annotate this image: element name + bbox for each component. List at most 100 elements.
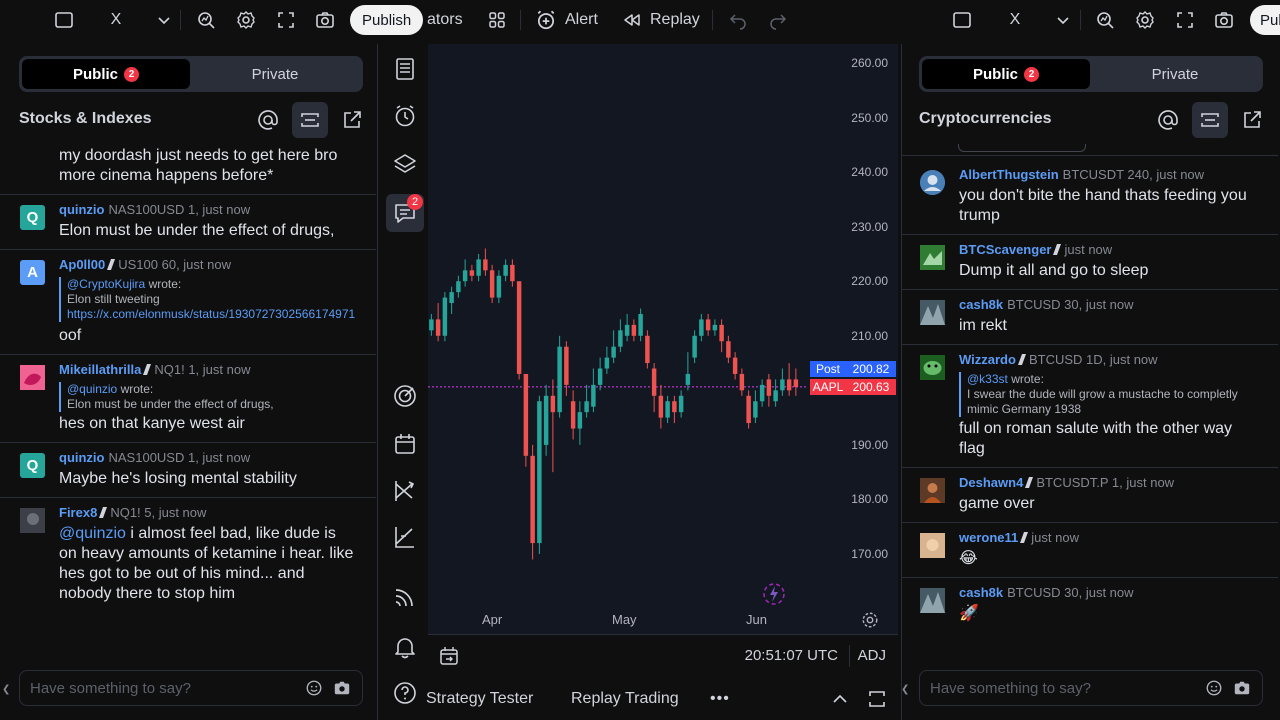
quote-user[interactable]: @k33st bbox=[967, 372, 1008, 386]
candle[interactable] bbox=[469, 264, 475, 282]
candle[interactable] bbox=[719, 319, 724, 353]
camera-icon[interactable] bbox=[1212, 6, 1236, 34]
fullscreen-icon[interactable] bbox=[1173, 6, 1197, 34]
layout-square-icon[interactable] bbox=[52, 6, 76, 34]
username[interactable]: Wizzardo bbox=[959, 352, 1016, 367]
maximize-panel-icon[interactable] bbox=[867, 689, 887, 709]
quote-link[interactable]: https://x.com/elonmusk/status/1930727302… bbox=[67, 307, 356, 322]
indicators-button[interactable]: ators bbox=[427, 0, 463, 40]
tab-replay-trading[interactable]: Replay Trading bbox=[571, 690, 679, 708]
candle[interactable] bbox=[503, 259, 508, 282]
candle[interactable] bbox=[435, 303, 441, 342]
target-icon[interactable] bbox=[386, 377, 424, 415]
tab-public[interactable]: Public 2 bbox=[22, 59, 190, 89]
candle[interactable] bbox=[530, 444, 535, 560]
candle[interactable] bbox=[604, 346, 610, 374]
candle[interactable] bbox=[449, 286, 454, 314]
replay-button[interactable]: Replay bbox=[622, 0, 700, 40]
candle[interactable] bbox=[699, 313, 704, 342]
tab-public[interactable]: Public 2 bbox=[922, 59, 1090, 89]
candle[interactable] bbox=[645, 330, 650, 369]
camera-icon[interactable] bbox=[1232, 678, 1252, 698]
alert-button[interactable]: Alert bbox=[535, 0, 598, 40]
avatar[interactable] bbox=[920, 170, 945, 195]
settings-gear-icon[interactable] bbox=[234, 6, 258, 34]
candle[interactable] bbox=[692, 330, 697, 364]
avatar[interactable] bbox=[920, 533, 945, 558]
adj-toggle[interactable]: ADJ bbox=[858, 647, 886, 664]
candle[interactable] bbox=[597, 357, 603, 391]
mentions-at-icon[interactable] bbox=[1150, 102, 1186, 138]
username[interactable]: AlbertThugstein bbox=[959, 167, 1059, 182]
candle[interactable] bbox=[570, 390, 576, 440]
mention-link[interactable]: @quinzio bbox=[59, 525, 126, 542]
candle[interactable] bbox=[618, 319, 623, 353]
trading-assistant-icon[interactable] bbox=[761, 581, 787, 607]
avatar[interactable] bbox=[20, 365, 45, 390]
avatar[interactable]: Q bbox=[20, 453, 45, 478]
layout-square-icon[interactable] bbox=[950, 6, 974, 34]
chevron-down-icon[interactable] bbox=[154, 6, 174, 34]
news-feed-icon[interactable] bbox=[386, 578, 424, 616]
username[interactable]: quinzio bbox=[59, 202, 105, 217]
notifications-bell-icon[interactable] bbox=[386, 628, 424, 666]
emoji-smile-icon[interactable] bbox=[304, 678, 324, 698]
symbol-close-button-right[interactable]: X bbox=[1005, 6, 1025, 34]
avatar[interactable]: Q bbox=[20, 205, 45, 230]
chevron-down-icon[interactable] bbox=[1053, 6, 1073, 34]
help-icon[interactable] bbox=[386, 674, 424, 712]
fullscreen-icon[interactable] bbox=[274, 6, 298, 34]
candle[interactable] bbox=[712, 319, 718, 336]
candle[interactable] bbox=[564, 341, 569, 396]
candle[interactable] bbox=[638, 308, 643, 342]
candle[interactable] bbox=[442, 292, 448, 342]
utc-clock[interactable]: 20:51:07 UTC bbox=[745, 647, 838, 664]
emoji-smile-icon[interactable] bbox=[1204, 678, 1224, 698]
candle[interactable] bbox=[753, 390, 758, 424]
candle[interactable] bbox=[732, 352, 738, 380]
avatar[interactable]: A bbox=[20, 260, 45, 285]
username[interactable]: cash8k bbox=[959, 297, 1003, 312]
candle[interactable] bbox=[462, 259, 468, 287]
candle[interactable] bbox=[476, 253, 481, 282]
candle[interactable] bbox=[672, 395, 677, 424]
candle[interactable] bbox=[685, 352, 691, 391]
username[interactable]: Firex8 bbox=[59, 505, 97, 520]
avatar[interactable] bbox=[920, 355, 945, 380]
candle[interactable] bbox=[705, 313, 711, 336]
candle[interactable] bbox=[766, 373, 772, 407]
watchlist-icon[interactable] bbox=[386, 50, 424, 88]
candle[interactable] bbox=[611, 330, 616, 364]
symbol-close-button[interactable]: X bbox=[106, 6, 126, 34]
tab-private[interactable]: Private bbox=[191, 59, 359, 89]
username[interactable]: Ap0ll00 bbox=[59, 257, 105, 272]
candle[interactable] bbox=[584, 384, 589, 418]
candle[interactable] bbox=[773, 379, 778, 407]
more-options-icon[interactable]: ••• bbox=[710, 690, 730, 708]
price-chart[interactable]: 260.00 250.00 240.00 230.00 220.00 210.00 200.… bbox=[428, 44, 898, 634]
avatar[interactable] bbox=[920, 245, 945, 270]
candle[interactable] bbox=[523, 373, 529, 467]
candle[interactable] bbox=[651, 363, 657, 413]
avatar[interactable] bbox=[920, 300, 945, 325]
templates-grid-icon[interactable] bbox=[486, 6, 508, 34]
username[interactable]: cash8k bbox=[959, 585, 1003, 600]
camera-icon[interactable] bbox=[313, 6, 337, 34]
candle[interactable] bbox=[550, 379, 556, 473]
publish-button-right[interactable]: Pul bbox=[1250, 5, 1280, 35]
avatar[interactable] bbox=[920, 478, 945, 503]
candle[interactable] bbox=[483, 248, 488, 276]
candle[interactable] bbox=[516, 281, 522, 380]
avatar[interactable] bbox=[920, 588, 945, 613]
username[interactable]: quinzio bbox=[59, 450, 105, 465]
compare-icon[interactable] bbox=[194, 6, 218, 34]
avatar[interactable] bbox=[20, 508, 45, 533]
candle[interactable] bbox=[543, 384, 549, 456]
candle[interactable] bbox=[496, 270, 502, 304]
fib-tool-icon[interactable] bbox=[386, 518, 424, 556]
undo-icon[interactable] bbox=[728, 6, 748, 34]
collapse-arrow-icon[interactable]: ❮ bbox=[2, 684, 10, 698]
candle[interactable] bbox=[665, 395, 670, 424]
candle[interactable] bbox=[726, 335, 731, 364]
camera-icon[interactable] bbox=[332, 678, 352, 698]
